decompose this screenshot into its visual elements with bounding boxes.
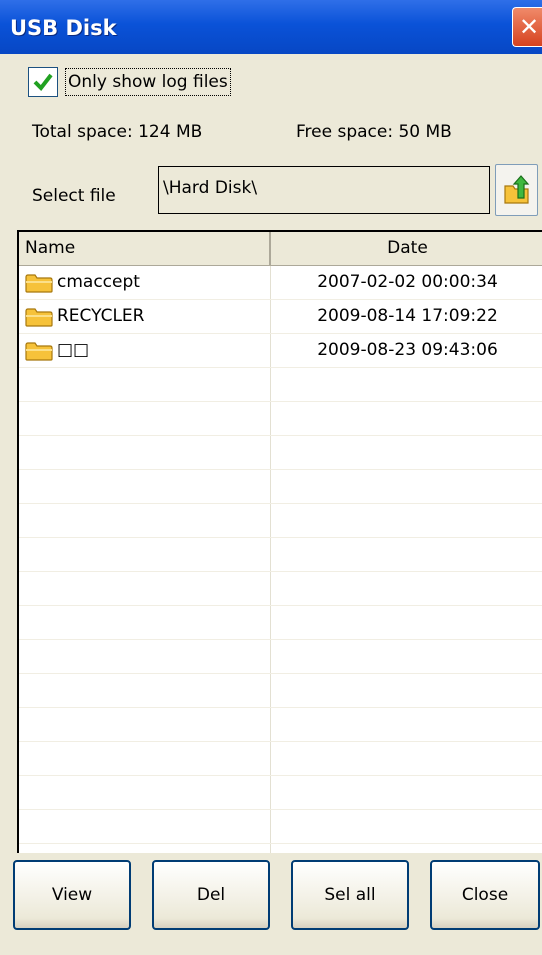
column-header-name[interactable]: Name [19, 232, 271, 265]
folder-up-button[interactable] [495, 164, 538, 216]
empty-cell [273, 708, 542, 741]
select-file-label: Select file [32, 186, 116, 206]
close-button[interactable]: Close [430, 860, 540, 930]
empty-row[interactable] [19, 402, 542, 436]
cell-date: 2009-08-14 17:09:22 [317, 306, 498, 326]
close-icon: ✕ [519, 13, 540, 41]
table-row[interactable]: RECYCLER 2009-08-14 17:09:22 [19, 300, 542, 334]
empty-row[interactable] [19, 844, 542, 853]
view-button[interactable]: View [13, 860, 131, 930]
empty-row[interactable] [19, 742, 542, 776]
sel-all-button[interactable]: Sel all [291, 860, 409, 930]
cell-name: □□ [19, 334, 271, 367]
empty-cell [19, 368, 271, 401]
empty-row[interactable] [19, 776, 542, 810]
empty-cell [273, 742, 542, 775]
empty-row[interactable] [19, 368, 542, 402]
list-header: Name Date [19, 232, 542, 266]
empty-cell [273, 572, 542, 605]
file-name: RECYCLER [57, 306, 145, 326]
cell-name: RECYCLER [19, 300, 271, 333]
cell-name: cmaccept [19, 266, 271, 299]
empty-row[interactable] [19, 640, 542, 674]
empty-cell [273, 606, 542, 639]
total-space-text: Total space: 124 MB [32, 122, 203, 142]
table-row[interactable]: cmaccept 2007-02-02 00:00:34 [19, 266, 542, 300]
column-header-date[interactable]: Date [273, 232, 542, 265]
empty-cell [19, 606, 271, 639]
folder-icon [25, 308, 53, 327]
empty-row[interactable] [19, 674, 542, 708]
empty-cell [19, 640, 271, 673]
empty-cell [273, 640, 542, 673]
empty-cell [19, 504, 271, 537]
window-title: USB Disk [10, 16, 117, 40]
path-value: \Hard Disk\ [163, 178, 258, 198]
empty-cell [19, 742, 271, 775]
empty-cell [19, 402, 271, 435]
file-name: cmaccept [57, 272, 140, 292]
folder-up-icon [504, 175, 530, 204]
empty-row[interactable] [19, 810, 542, 844]
title-bar: USB Disk ✕ [0, 0, 542, 54]
empty-cell [19, 776, 271, 809]
empty-cell [19, 708, 271, 741]
empty-row[interactable] [19, 538, 542, 572]
empty-cell [19, 810, 271, 843]
file-list[interactable]: Name Date cmaccept 2007-02-02 00:00:34 REC… [17, 230, 542, 853]
empty-cell [273, 436, 542, 469]
empty-cell [273, 538, 542, 571]
only-log-files-checkbox[interactable] [28, 67, 58, 97]
empty-row[interactable] [19, 504, 542, 538]
close-window-button[interactable]: ✕ [512, 7, 542, 47]
empty-cell [19, 538, 271, 571]
empty-row[interactable] [19, 436, 542, 470]
table-row[interactable]: □□ 2009-08-23 09:43:06 [19, 334, 542, 368]
folder-icon [25, 274, 53, 293]
empty-cell [273, 470, 542, 503]
empty-cell [273, 674, 542, 707]
cell-date: 2009-08-23 09:43:06 [317, 340, 498, 360]
empty-cell [273, 844, 542, 853]
checkmark-icon [33, 73, 53, 92]
empty-cell [19, 844, 271, 853]
del-button[interactable]: Del [152, 860, 270, 930]
free-space-text: Free space: 50 MB [296, 122, 452, 142]
empty-row[interactable] [19, 470, 542, 504]
empty-cell [273, 776, 542, 809]
path-field[interactable]: \Hard Disk\ [158, 166, 490, 214]
empty-cell [273, 504, 542, 537]
empty-cell [19, 674, 271, 707]
empty-cell [19, 572, 271, 605]
empty-cell [273, 368, 542, 401]
empty-cell [273, 810, 542, 843]
empty-row[interactable] [19, 572, 542, 606]
empty-row[interactable] [19, 606, 542, 640]
empty-row[interactable] [19, 708, 542, 742]
empty-cell [273, 402, 542, 435]
folder-icon [25, 342, 53, 361]
only-log-files-label[interactable]: Only show log files [65, 68, 231, 96]
empty-cell [19, 436, 271, 469]
file-name: □□ [57, 340, 90, 360]
cell-date: 2007-02-02 00:00:34 [317, 272, 498, 292]
empty-cell [19, 470, 271, 503]
list-rows: cmaccept 2007-02-02 00:00:34 RECYCLER 2009-… [19, 266, 542, 853]
